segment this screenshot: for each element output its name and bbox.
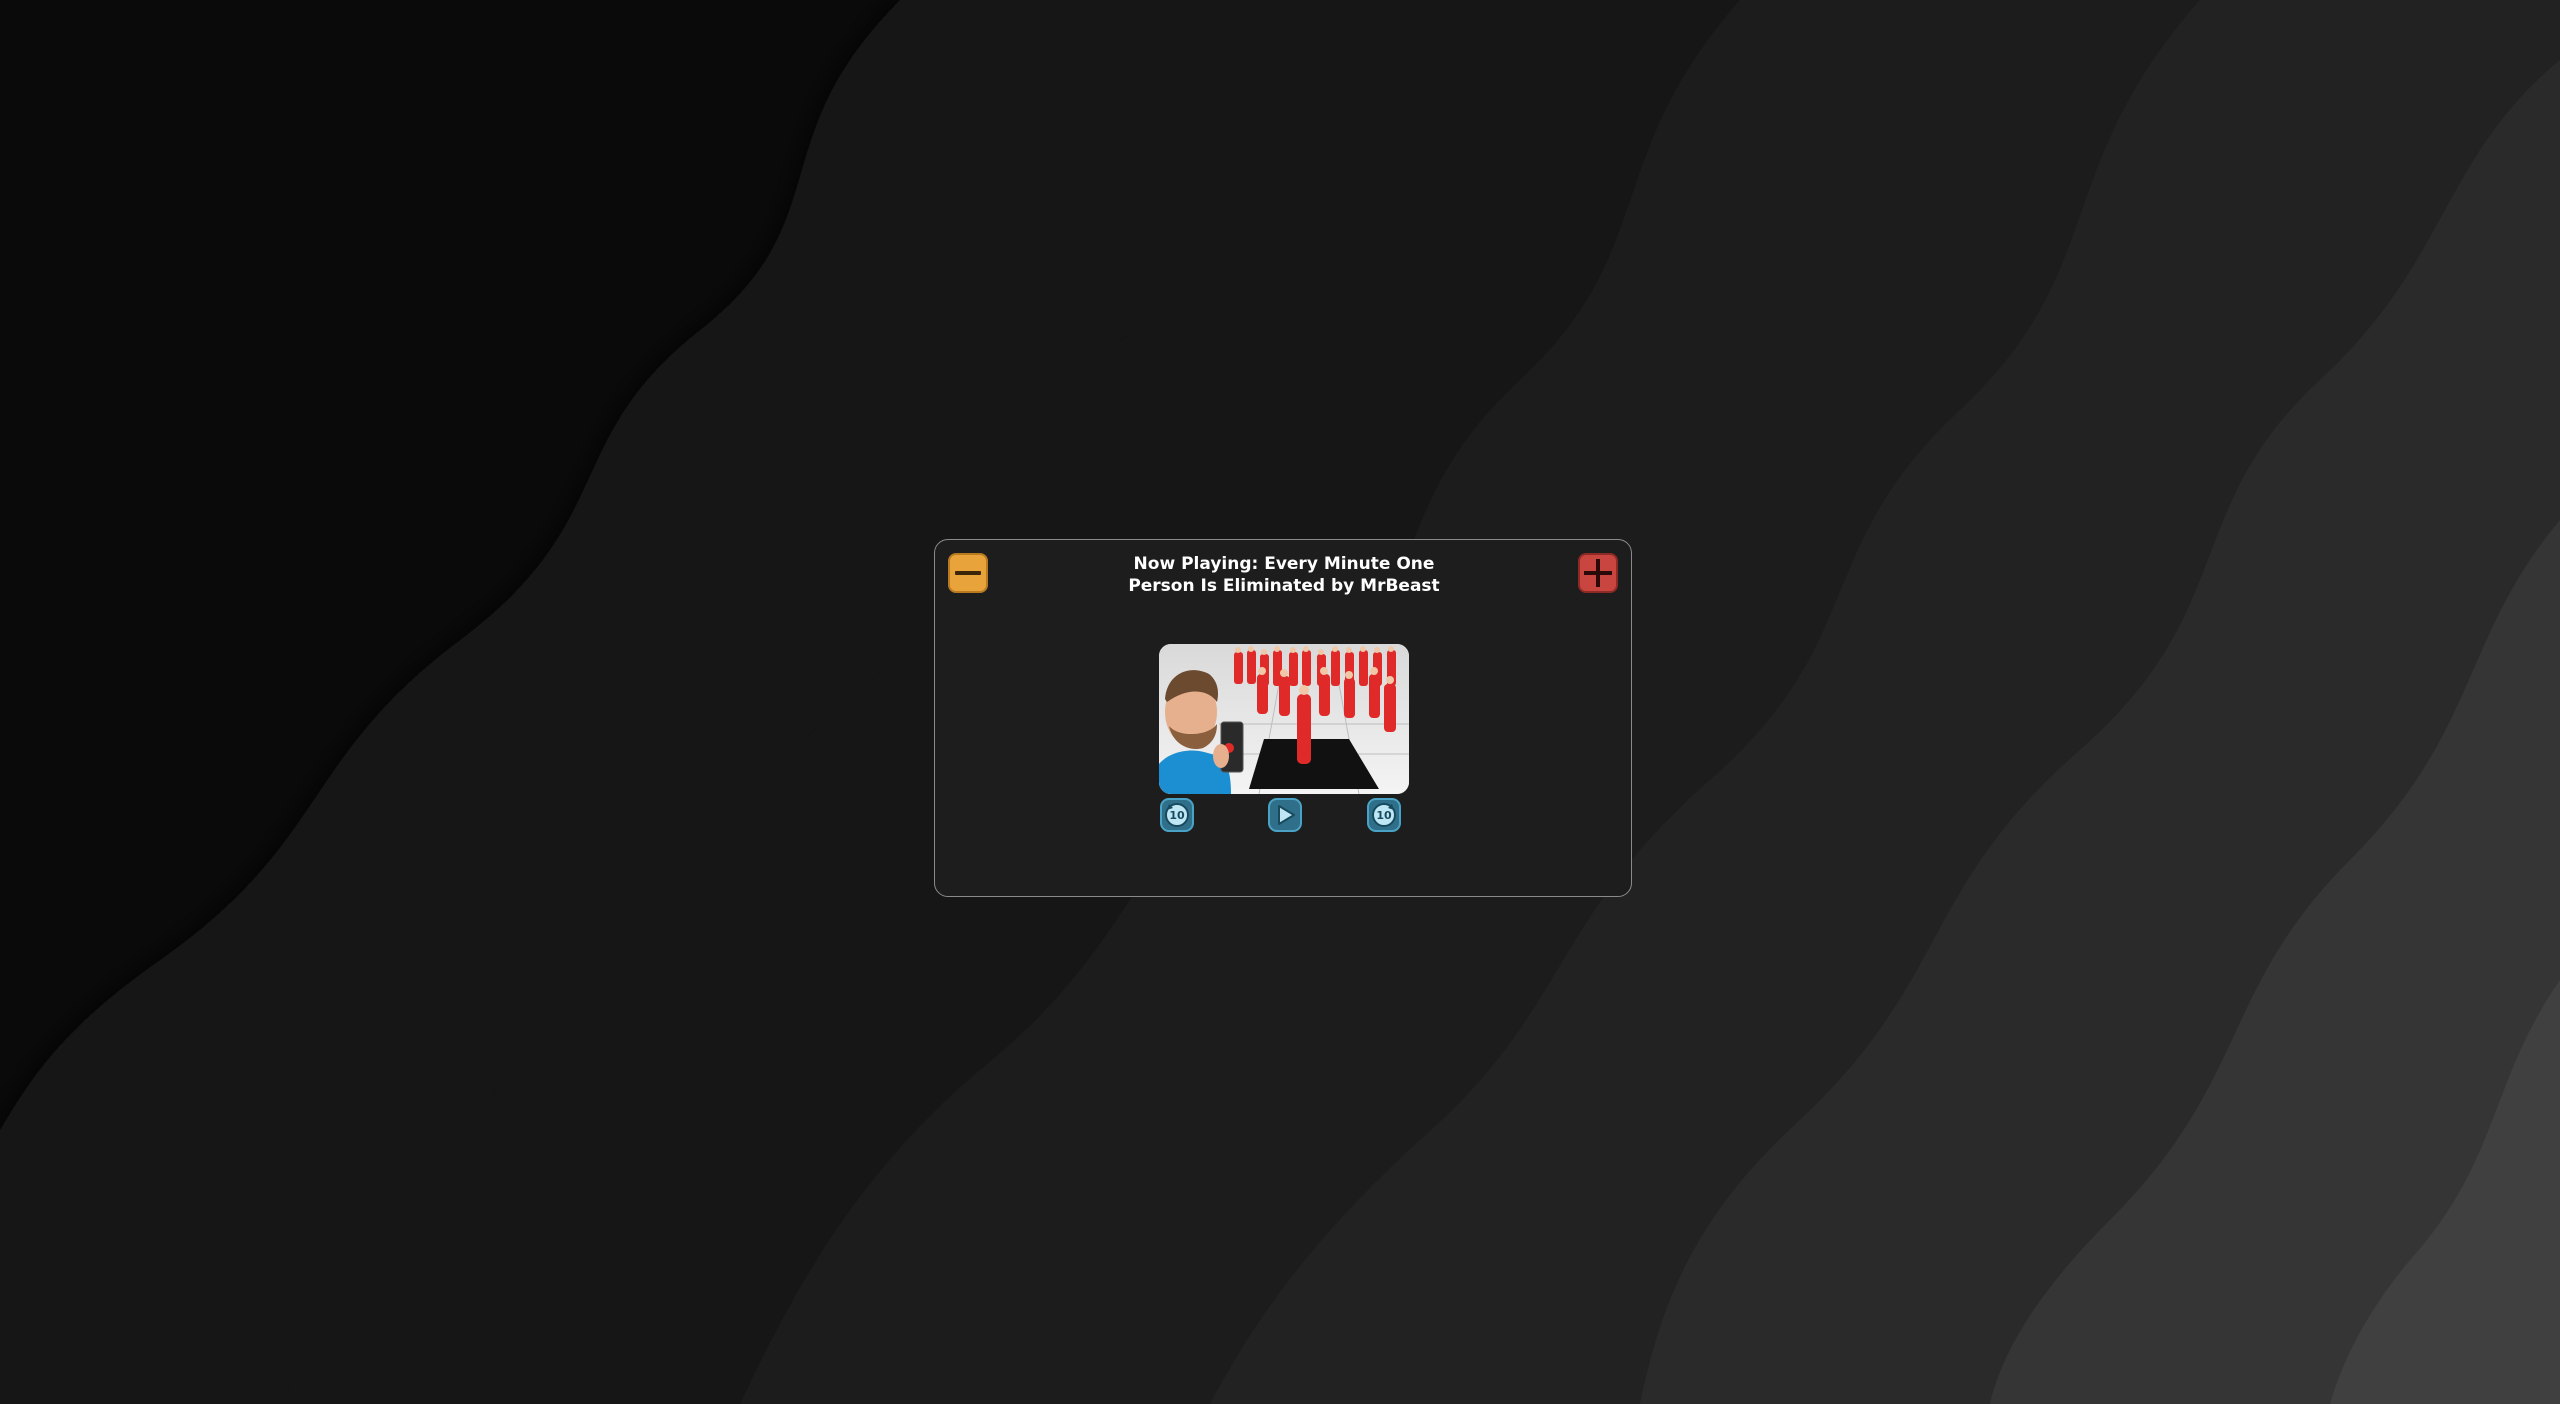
now-playing-title: Now Playing: Every Minute One Person Is … <box>1128 554 1440 596</box>
forward-10-label: 10 <box>1376 809 1392 822</box>
play-icon <box>1268 798 1302 832</box>
play-button[interactable] <box>1268 798 1302 832</box>
rewind-10-label: 10 <box>1169 809 1185 822</box>
forward-10-icon: 10 <box>1367 798 1401 832</box>
minus-icon <box>955 571 981 575</box>
rewind-10-button[interactable]: 10 <box>1160 798 1194 832</box>
close-button[interactable] <box>1578 553 1618 593</box>
playback-controls: 10 10 <box>935 798 1631 832</box>
forward-10-button[interactable]: 10 <box>1367 798 1401 832</box>
video-thumbnail[interactable] <box>1159 644 1409 794</box>
thumbnail-image <box>1159 644 1409 794</box>
minimize-button[interactable] <box>948 553 988 593</box>
rewind-10-icon: 10 <box>1160 798 1194 832</box>
now-playing-window: Now Playing: Every Minute One Person Is … <box>934 539 1632 897</box>
